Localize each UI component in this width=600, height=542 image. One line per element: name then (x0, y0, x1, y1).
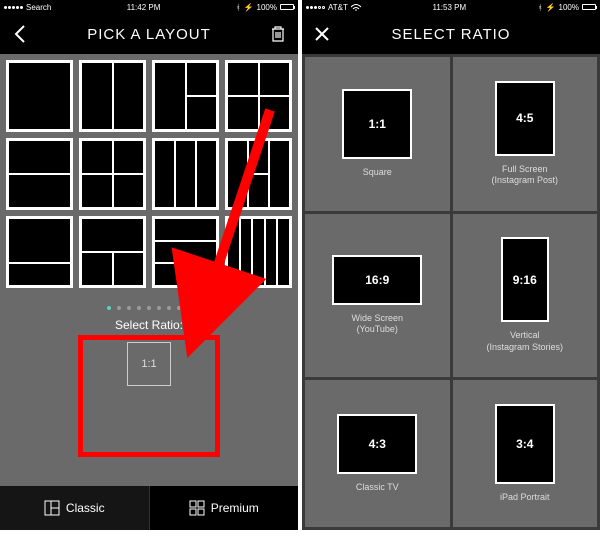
back-button[interactable] (0, 14, 40, 54)
chevron-left-icon (14, 25, 26, 43)
bluetooth-icon: ᚼ (236, 3, 241, 12)
ratio-grid: 1:1 Square 4:5 Full Screen(Instagram Pos… (302, 54, 600, 530)
ratio-option-4-5[interactable]: 4:5 Full Screen(Instagram Post) (453, 57, 598, 211)
layout-mixed[interactable] (225, 138, 292, 210)
battery-bolt-icon: ⚡ (546, 3, 556, 12)
carrier-label: Search (26, 3, 51, 12)
ratio-thumb: 9:16 (501, 237, 549, 322)
layout-2top-2col[interactable] (225, 60, 292, 132)
battery-icon (280, 4, 294, 10)
screen-pick-layout: Search 11:42 PM ᚼ ⚡ 100% PICK A LAYOUT (0, 0, 298, 530)
premium-icon (189, 500, 205, 516)
battery-icon (582, 4, 596, 10)
battery-bolt-icon: ⚡ (244, 3, 254, 12)
close-button[interactable] (302, 14, 342, 54)
trash-icon (270, 25, 286, 43)
layout-2col[interactable] (79, 60, 146, 132)
layout-top-2bot[interactable] (79, 216, 146, 288)
layout-grid (0, 54, 298, 294)
select-ratio-label: Select Ratio: (79, 318, 219, 332)
ratio-name: Full Screen(Instagram Post) (491, 164, 558, 187)
ratio-option-9-16[interactable]: 9:16 Vertical(Instagram Stories) (453, 214, 598, 378)
carrier-label: AT&T (328, 3, 348, 12)
header-title: SELECT RATIO (392, 26, 511, 43)
ratio-option-3-4[interactable]: 3:4 iPad Portrait (453, 380, 598, 527)
tab-bar: Classic Premium (0, 486, 298, 530)
layout-2x2[interactable] (79, 138, 146, 210)
trash-button[interactable] (258, 14, 298, 54)
layout-1x1[interactable] (6, 60, 73, 132)
tab-classic[interactable]: Classic (0, 486, 149, 530)
ratio-name: iPad Portrait (500, 492, 550, 504)
layout-5col[interactable] (225, 216, 292, 288)
ratio-thumb: 4:3 (337, 414, 417, 474)
ratio-thumb: 3:4 (495, 404, 555, 484)
classic-icon (44, 500, 60, 516)
header-title: PICK A LAYOUT (87, 26, 211, 43)
battery-percent: 100% (257, 3, 277, 12)
ratio-option-16-9[interactable]: 16:9 Wide Screen(YouTube) (305, 214, 450, 378)
select-ratio-panel: Select Ratio: 1:1 (79, 318, 219, 386)
status-bar: Search 11:42 PM ᚼ ⚡ 100% (0, 0, 298, 14)
layout-2row[interactable] (6, 138, 73, 210)
tab-classic-label: Classic (66, 501, 105, 515)
page-indicator (0, 306, 298, 310)
ratio-name: Wide Screen(YouTube) (351, 313, 403, 336)
ratio-option-4-3[interactable]: 4:3 Classic TV (305, 380, 450, 527)
ratio-button[interactable]: 1:1 (127, 342, 171, 386)
header: PICK A LAYOUT (0, 14, 298, 54)
tab-premium-label: Premium (211, 501, 259, 515)
clock: 11:53 PM (432, 3, 466, 12)
ratio-name: Vertical(Instagram Stories) (486, 330, 563, 353)
header: SELECT RATIO (302, 14, 600, 54)
ratio-thumb: 1:1 (342, 89, 412, 159)
ratio-thumb: 16:9 (332, 255, 422, 305)
layout-lside-2r[interactable] (152, 60, 219, 132)
ratio-name: Classic TV (356, 482, 399, 494)
ratio-value: 1:1 (141, 358, 156, 370)
ratio-option-1-1[interactable]: 1:1 Square (305, 57, 450, 211)
ratio-name: Square (363, 167, 392, 179)
layout-3col[interactable] (152, 138, 219, 210)
screen-select-ratio: AT&T 11:53 PM ᚼ ⚡ 100% SELECT RATIO 1:1 … (302, 0, 600, 530)
ratio-thumb: 4:5 (495, 81, 555, 156)
wifi-icon (351, 4, 361, 11)
tab-premium[interactable]: Premium (149, 486, 299, 530)
clock: 11:42 PM (127, 3, 161, 12)
close-icon (314, 26, 330, 42)
battery-percent: 100% (559, 3, 579, 12)
layout-top-big[interactable] (6, 216, 73, 288)
bluetooth-icon: ᚼ (538, 3, 543, 12)
layout-3row[interactable] (152, 216, 219, 288)
status-bar: AT&T 11:53 PM ᚼ ⚡ 100% (302, 0, 600, 14)
